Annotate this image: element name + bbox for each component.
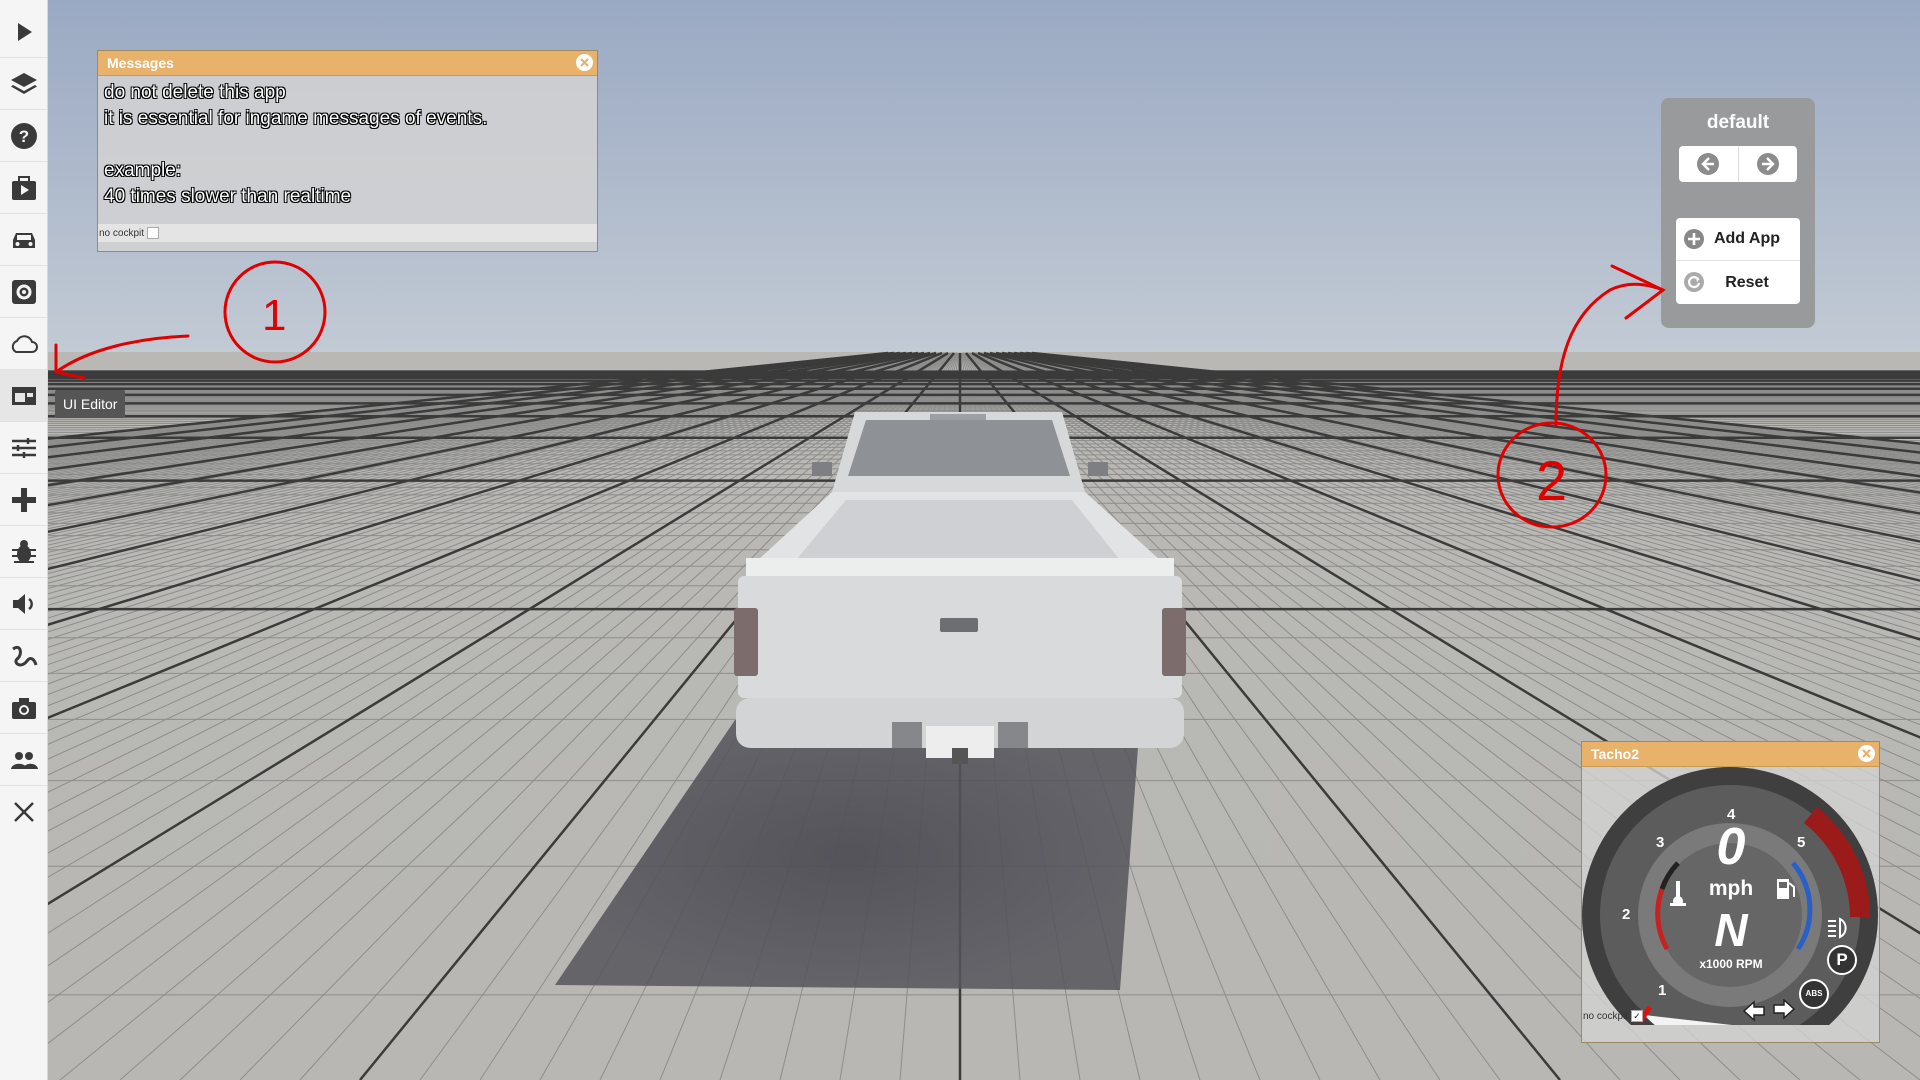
turn-signal-icons bbox=[1742, 999, 1796, 1022]
reset-label: Reset bbox=[1725, 273, 1769, 291]
scenario-icon[interactable] bbox=[0, 162, 47, 214]
ui-layout-panel: default Add App Reset bbox=[1661, 98, 1815, 328]
layers-icon[interactable] bbox=[0, 58, 47, 110]
svg-text:?: ? bbox=[18, 127, 28, 146]
next-layout-button[interactable] bbox=[1739, 146, 1798, 182]
arrow-right-icon bbox=[1756, 153, 1779, 175]
messages-title-bar[interactable]: Messages bbox=[98, 51, 597, 76]
layout-switcher bbox=[1679, 146, 1797, 182]
tacho-title: Tacho2 bbox=[1591, 746, 1639, 762]
cloud-icon[interactable] bbox=[0, 318, 47, 370]
add-app-button[interactable]: Add App bbox=[1676, 218, 1800, 261]
tacho-title-bar[interactable]: Tacho2 bbox=[1582, 742, 1879, 767]
previous-layout-button[interactable] bbox=[1679, 146, 1739, 182]
ui-editor-icon[interactable] bbox=[0, 370, 47, 422]
sliders-icon[interactable] bbox=[0, 422, 47, 474]
ui-editor-tooltip: UI Editor bbox=[55, 390, 126, 418]
camera-icon[interactable] bbox=[0, 682, 47, 734]
gamepad-icon[interactable] bbox=[0, 474, 47, 526]
close-icon[interactable] bbox=[0, 786, 47, 838]
rpm-tick-1: 1 bbox=[1658, 982, 1666, 999]
rpm-tick-3: 3 bbox=[1656, 834, 1664, 851]
messages-close-icon[interactable] bbox=[576, 54, 593, 71]
cockpit-label: no cockpit bbox=[1583, 1010, 1629, 1022]
tacho-app[interactable]: Tacho2 1 2 3 4 5 0 mph N x1000 RPM P ABS… bbox=[1581, 741, 1880, 1043]
tacho-cockpit-toggle[interactable]: no cockpit ✓ bbox=[1582, 1007, 1653, 1025]
cockpit-checkbox[interactable]: ✓ bbox=[1631, 1010, 1644, 1022]
abs-indicator: ABS bbox=[1799, 979, 1829, 1009]
layout-name: default bbox=[1706, 112, 1770, 133]
speed-value: 0 bbox=[1716, 818, 1746, 876]
messages-text: do not delete this app it is essential f… bbox=[104, 82, 488, 207]
reset-button[interactable]: Reset bbox=[1676, 261, 1800, 304]
speed-unit: mph bbox=[1708, 877, 1754, 900]
users-icon[interactable] bbox=[0, 734, 47, 786]
bug-icon[interactable] bbox=[0, 526, 47, 578]
cockpit-label: no cockpit bbox=[99, 227, 145, 239]
rpm-unit: x1000 RPM bbox=[1699, 957, 1763, 971]
help-icon[interactable]: ? bbox=[0, 110, 47, 162]
parking-brake-indicator: P bbox=[1827, 945, 1857, 975]
rpm-tick-2: 2 bbox=[1622, 906, 1630, 923]
tacho-close-icon[interactable] bbox=[1858, 745, 1875, 762]
rpm-tick-5: 5 bbox=[1797, 834, 1805, 851]
messages-app[interactable]: Messages do not delete this app it is es… bbox=[97, 50, 598, 252]
arrow-left-icon bbox=[1697, 153, 1720, 175]
settings-gear-icon[interactable] bbox=[0, 266, 47, 318]
car-icon[interactable] bbox=[0, 214, 47, 266]
sidebar: ? bbox=[0, 0, 48, 1080]
add-app-label: Add App bbox=[1713, 230, 1781, 247]
road-icon[interactable] bbox=[0, 630, 47, 682]
tacho-gauge: 1 2 3 4 5 0 mph N x1000 RPM P ABS no coc… bbox=[1582, 767, 1879, 1025]
gear-indicator: N bbox=[1714, 904, 1748, 956]
messages-title: Messages bbox=[107, 55, 174, 71]
play-icon[interactable] bbox=[0, 6, 47, 58]
audio-icon[interactable] bbox=[0, 578, 47, 630]
layout-actions: Add App Reset bbox=[1676, 218, 1800, 304]
messages-cockpit-toggle[interactable]: no cockpit bbox=[98, 224, 597, 242]
cockpit-checkbox[interactable] bbox=[147, 227, 160, 239]
